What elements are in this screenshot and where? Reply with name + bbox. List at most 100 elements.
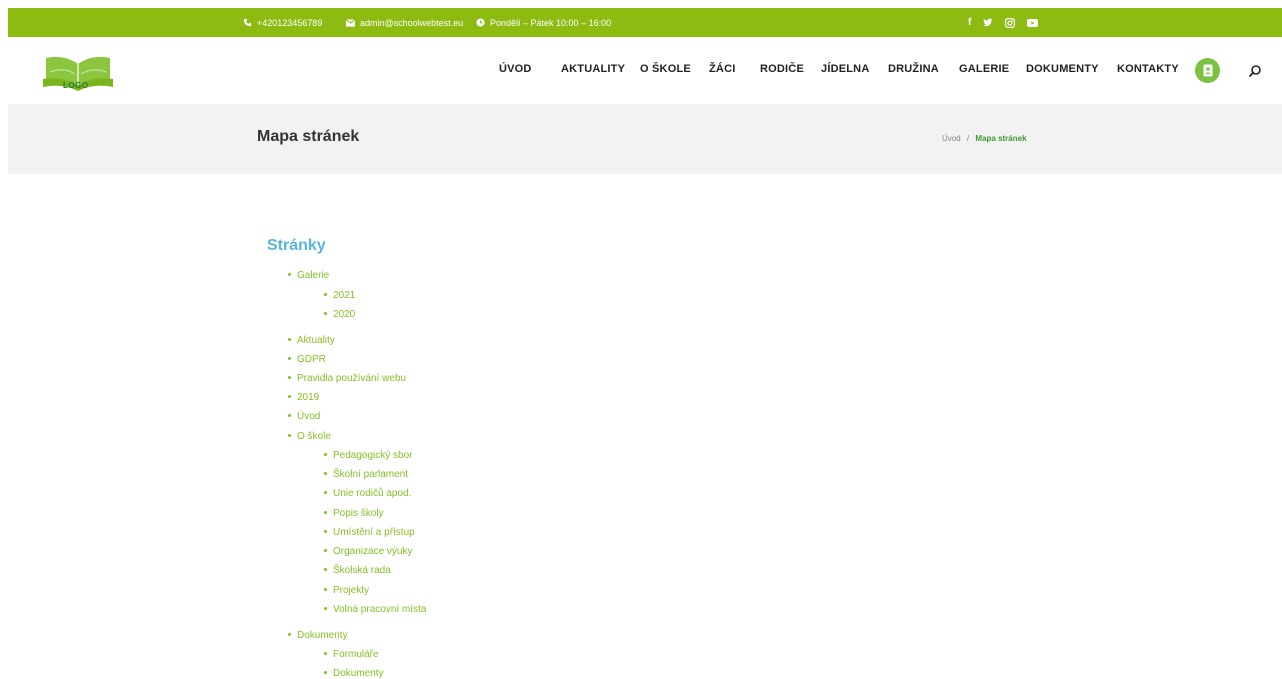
bullet bbox=[324, 292, 327, 296]
bullet bbox=[324, 490, 327, 494]
sitemap-item[interactable]: Organizace výuky bbox=[324, 546, 412, 557]
nav-item-dokumenty[interactable]: DOKUMENTY bbox=[1026, 63, 1099, 75]
sitemap-item-label: GDPR bbox=[297, 354, 326, 365]
nav-item-kontakty[interactable]: KONTAKTY bbox=[1117, 63, 1179, 75]
youtube-icon[interactable] bbox=[1027, 18, 1039, 27]
top-bar: +420123456789 admin@schoolwebtest.eu Pon… bbox=[8, 8, 1282, 37]
breadcrumb: Úvod / Mapa stránek bbox=[942, 134, 1027, 143]
bullet bbox=[324, 670, 327, 674]
sitemap-item[interactable]: Volná pracovní místa bbox=[324, 604, 426, 615]
sitemap-item[interactable]: Úvod bbox=[288, 411, 320, 422]
email-text: admin@schoolwebtest.eu bbox=[360, 17, 464, 28]
sitemap-item-label: Školská rada bbox=[333, 565, 391, 576]
bullet bbox=[324, 651, 327, 655]
bullet bbox=[324, 548, 327, 552]
sitemap-item-label: Organizace výuky bbox=[333, 546, 413, 557]
sitemap-item[interactable]: Formuláře bbox=[324, 649, 379, 660]
bullet bbox=[288, 632, 291, 636]
page-title-bar: Mapa stránek Úvod / Mapa stránek bbox=[8, 104, 1282, 174]
bullet bbox=[324, 529, 327, 533]
hours-text: Pondělí – Pátek 10:00 – 16:00 bbox=[490, 17, 612, 28]
sitemap-item[interactable]: GDPR bbox=[288, 354, 326, 365]
bullet bbox=[324, 311, 327, 315]
bullet bbox=[288, 394, 291, 398]
nav-item-uvod[interactable]: ÚVOD bbox=[499, 63, 532, 75]
nav-item-o-skole[interactable]: O ŠKOLE bbox=[640, 63, 691, 75]
sitemap-item-label: Dokumenty bbox=[333, 668, 384, 679]
sitemap-item[interactable]: Dokumenty bbox=[288, 630, 348, 641]
bullet bbox=[288, 413, 291, 417]
mail-icon bbox=[346, 18, 355, 27]
site-logo[interactable]: LOGO bbox=[42, 52, 114, 94]
sitemap-item-label: Popis školy bbox=[333, 508, 384, 519]
sitemap-item[interactable]: Pravidla používání webu bbox=[288, 373, 406, 384]
page-title: Mapa stránek bbox=[257, 128, 360, 145]
nav-item-galerie[interactable]: GALERIE bbox=[959, 63, 1009, 75]
breadcrumb-separator: / bbox=[966, 134, 970, 143]
instagram-icon[interactable] bbox=[1005, 17, 1016, 28]
sitemap-item[interactable]: O škole bbox=[288, 431, 331, 442]
sitemap-item[interactable]: Dokumenty bbox=[324, 668, 384, 679]
bullet bbox=[324, 471, 327, 475]
sitemap-item[interactable]: Galerie bbox=[288, 270, 329, 281]
page: +420123456789 admin@schoolwebtest.eu Pon… bbox=[8, 8, 1282, 679]
sitemap-item-label: 2019 bbox=[297, 392, 320, 403]
facebook-icon[interactable]: f bbox=[968, 17, 971, 28]
sitemap-item-label: Pravidla používání webu bbox=[297, 373, 406, 384]
sitemap-item[interactable]: Aktuality bbox=[288, 335, 335, 346]
sitemap-item-label: 2020 bbox=[333, 309, 356, 320]
sitemap-item-label: Galerie bbox=[297, 270, 330, 281]
phone-contact[interactable]: +420123456789 bbox=[243, 8, 322, 37]
bullet bbox=[324, 452, 327, 456]
sitemap-item-label: Pedagogický sbor bbox=[333, 450, 413, 461]
sitemap-item-label: Školní parlament bbox=[333, 469, 409, 480]
sitemap-item[interactable]: Školská rada bbox=[324, 565, 391, 576]
bullet bbox=[324, 587, 327, 591]
nav-item-druzina[interactable]: DRUŽINA bbox=[888, 63, 939, 75]
phone-text: +420123456789 bbox=[257, 17, 323, 28]
bullet bbox=[288, 433, 291, 437]
sitemap-item-label: Dokumenty bbox=[297, 630, 348, 641]
twitter-icon[interactable] bbox=[983, 18, 993, 27]
sitemap-heading: Stránky bbox=[267, 237, 326, 254]
nav-item-jidelna[interactable]: JÍDELNA bbox=[821, 63, 869, 75]
bullet bbox=[288, 356, 291, 360]
breadcrumb-home[interactable]: Úvod bbox=[942, 134, 961, 143]
sitemap-item-label: Umístění a přístup bbox=[333, 527, 415, 538]
sitemap-item[interactable]: Pedagogický sbor bbox=[324, 450, 413, 461]
logo-text: LOGO bbox=[63, 81, 89, 90]
sitemap-item[interactable]: Popis školy bbox=[324, 508, 384, 519]
contact-card-button[interactable] bbox=[1195, 58, 1220, 83]
sitemap-item-label: Volná pracovní místa bbox=[333, 604, 427, 615]
sitemap-item-label: Unie rodičů apod. bbox=[333, 488, 412, 499]
sitemap-item-label: 2021 bbox=[333, 290, 356, 301]
sitemap-item[interactable]: 2021 bbox=[324, 290, 355, 301]
clock-icon bbox=[476, 18, 485, 27]
bullet bbox=[288, 272, 291, 276]
bullet bbox=[324, 606, 327, 610]
opening-hours: Pondělí – Pátek 10:00 – 16:00 bbox=[476, 8, 611, 37]
bullet bbox=[324, 510, 327, 514]
nav-item-zaci[interactable]: ŽÁCI bbox=[709, 63, 735, 75]
sitemap-item[interactable]: Umístění a přístup bbox=[324, 527, 415, 538]
sitemap-item[interactable]: 2020 bbox=[324, 309, 355, 320]
search-icon[interactable] bbox=[1248, 64, 1262, 78]
bullet bbox=[324, 567, 327, 571]
sitemap-item-label: Formuláře bbox=[333, 649, 379, 660]
sitemap-item[interactable]: 2019 bbox=[288, 392, 319, 403]
sitemap-item[interactable]: Školní parlament bbox=[324, 469, 408, 480]
nav-item-aktuality[interactable]: AKTUALITY bbox=[561, 63, 625, 75]
sitemap-item[interactable]: Projekty bbox=[324, 585, 369, 596]
bullet bbox=[288, 375, 291, 379]
breadcrumb-current: Mapa stránek bbox=[975, 134, 1027, 143]
sitemap-item[interactable]: Unie rodičů apod. bbox=[324, 488, 411, 499]
email-contact[interactable]: admin@schoolwebtest.eu bbox=[346, 8, 463, 37]
main-header: LOGO ÚVOD AKTUALITY O ŠKOLE ŽÁCI RODIČE … bbox=[8, 37, 1282, 104]
nav-item-rodice[interactable]: RODIČE bbox=[760, 63, 804, 75]
contact-card-icon bbox=[1202, 64, 1214, 77]
sitemap-item-label: Aktuality bbox=[297, 335, 335, 346]
sitemap-item-label: O škole bbox=[297, 431, 331, 442]
sitemap-item-label: Úvod bbox=[297, 411, 321, 422]
phone-icon bbox=[243, 18, 252, 27]
sitemap-item-label: Projekty bbox=[333, 585, 370, 596]
